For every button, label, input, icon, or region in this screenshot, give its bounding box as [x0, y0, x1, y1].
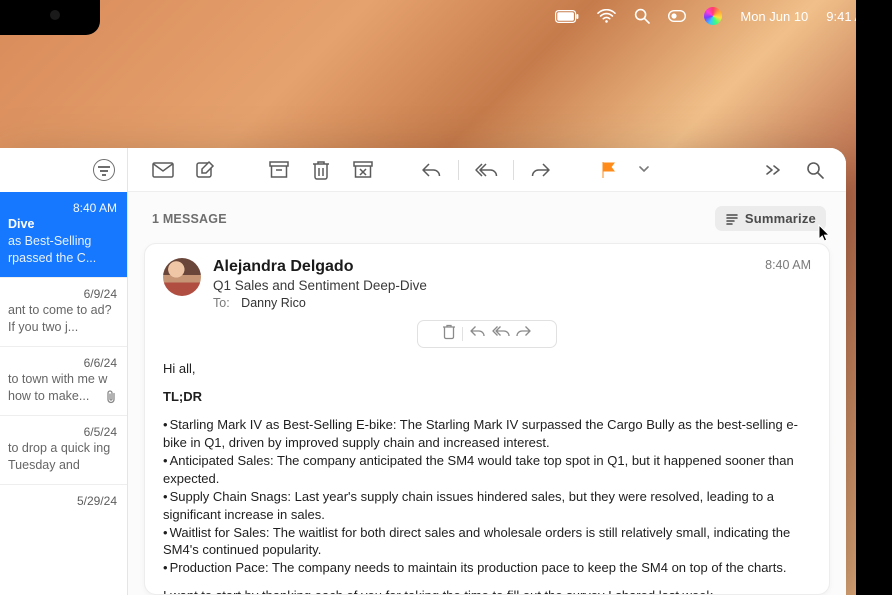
flag-button[interactable] — [592, 155, 626, 185]
mail-app-window: 8:40 AM Dive as Best-Selling rpassed the… — [0, 148, 846, 595]
message-body: Hi all, TL;DR Starling Mark IV as Best-S… — [163, 360, 811, 595]
message-list-item[interactable]: 5/29/24 — [0, 484, 127, 519]
siri-icon[interactable] — [704, 7, 722, 25]
delete-button[interactable] — [304, 155, 338, 185]
message-to-line: To: Danny Rico — [213, 296, 753, 310]
message-list-item[interactable]: 8:40 AM Dive as Best-Selling rpassed the… — [0, 192, 127, 277]
sender-avatar[interactable] — [163, 258, 201, 296]
flag-menu-button[interactable] — [634, 155, 654, 185]
message-subject: Q1 Sales and Sentiment Deep-Dive — [213, 278, 753, 293]
message-list-item[interactable]: 6/5/24 to drop a quick ing Tuesday and — [0, 415, 127, 484]
to-label: To: — [213, 296, 230, 310]
message-item-time: 5/29/24 — [8, 493, 117, 509]
quick-reply-all-button[interactable] — [491, 325, 510, 343]
quick-delete-button[interactable] — [442, 324, 456, 345]
body-bullet: Anticipated Sales: The company anticipat… — [163, 452, 811, 488]
message-list-header — [0, 148, 127, 192]
thread-count-label: 1 MESSAGE — [152, 212, 227, 226]
device-notch — [0, 0, 100, 35]
filter-icon[interactable] — [93, 159, 115, 181]
summarize-button[interactable]: Summarize — [715, 206, 826, 231]
device-frame — [846, 0, 892, 595]
forward-button[interactable] — [524, 155, 558, 185]
body-outro: I want to start by thanking each of you … — [163, 587, 811, 595]
reply-button[interactable] — [414, 155, 448, 185]
message-item-preview: to drop a quick ing Tuesday and — [8, 440, 117, 474]
message-item-time: 6/5/24 — [8, 424, 117, 440]
message-card: Alejandra Delgado Q1 Sales and Sentiment… — [144, 243, 830, 595]
battery-icon[interactable] — [555, 10, 579, 23]
quick-forward-button[interactable] — [516, 325, 532, 343]
message-list-sidebar: 8:40 AM Dive as Best-Selling rpassed the… — [0, 148, 128, 595]
more-toolbar-button[interactable] — [756, 155, 790, 185]
message-item-time: 8:40 AM — [8, 200, 117, 216]
macos-menubar: Mon Jun 10 9:41 AM — [537, 0, 892, 32]
junk-button[interactable] — [346, 155, 380, 185]
wifi-icon[interactable] — [597, 9, 616, 23]
body-tldr-label: TL;DR — [163, 388, 811, 406]
message-header: Alejandra Delgado Q1 Sales and Sentiment… — [163, 258, 811, 310]
body-greeting: Hi all, — [163, 360, 811, 378]
reply-all-button[interactable] — [469, 155, 503, 185]
quick-reply-button[interactable] — [469, 325, 485, 343]
message-item-time: 6/9/24 — [8, 286, 117, 302]
message-item-preview: to town with me w how to make... — [8, 371, 117, 405]
body-bullet-list: Starling Mark IV as Best-Selling E-bike:… — [163, 416, 811, 577]
message-item-title: Dive — [8, 216, 117, 233]
desktop-wallpaper: Mon Jun 10 9:41 AM 8:40 AM Dive as Best-… — [0, 0, 892, 595]
get-mail-button[interactable] — [146, 155, 180, 185]
thread-subheader: 1 MESSAGE Summarize — [128, 192, 846, 243]
message-pane: 1 MESSAGE Summarize Alejandra Delgado Q1… — [128, 148, 846, 595]
toolbar-separator — [513, 160, 514, 180]
sender-name: Alejandra Delgado — [213, 258, 753, 276]
menubar-time[interactable]: 9:41 AM — [826, 9, 874, 24]
message-list-item[interactable]: 6/6/24 to town with me w how to make... — [0, 346, 127, 415]
spotlight-icon[interactable] — [634, 8, 650, 24]
archive-button[interactable] — [262, 155, 296, 185]
separator — [462, 327, 463, 341]
summarize-label: Summarize — [745, 211, 816, 226]
body-bullet: Production Pace: The company needs to ma… — [163, 559, 811, 577]
body-bullet: Starling Mark IV as Best-Selling E-bike:… — [163, 416, 811, 452]
compose-button[interactable] — [188, 155, 222, 185]
message-list-item[interactable]: 6/9/24 ant to come to ad? If you two j..… — [0, 277, 127, 346]
summarize-icon — [725, 212, 739, 226]
cursor-pointer-icon — [818, 224, 832, 247]
message-item-preview: ant to come to ad? If you two j... — [8, 302, 117, 336]
control-center-icon[interactable] — [668, 10, 686, 22]
mail-toolbar — [128, 148, 846, 192]
quick-actions-bar — [417, 320, 557, 348]
message-item-preview: as Best-Selling rpassed the C... — [8, 233, 117, 267]
search-button[interactable] — [798, 155, 832, 185]
body-bullet: Supply Chain Snags: Last year's supply c… — [163, 488, 811, 524]
body-bullet: Waitlist for Sales: The waitlist for bot… — [163, 524, 811, 560]
message-time: 8:40 AM — [765, 258, 811, 310]
message-item-time: 6/6/24 — [8, 355, 117, 371]
to-name: Danny Rico — [241, 296, 306, 310]
menubar-date[interactable]: Mon Jun 10 — [740, 9, 808, 24]
toolbar-separator — [458, 160, 459, 180]
